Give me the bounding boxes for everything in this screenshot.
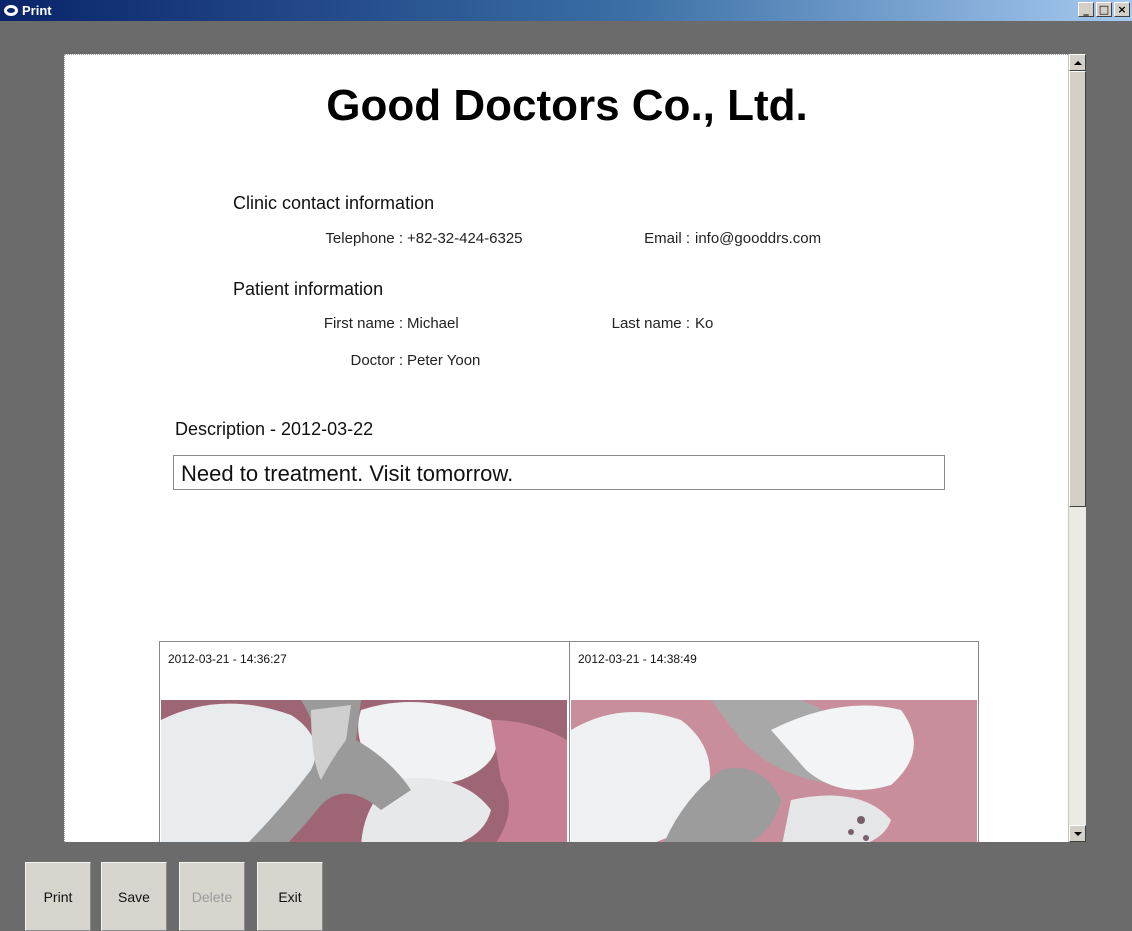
telephone-value: +82-32-424-6325 [407,230,523,247]
delete-button[interactable]: Delete [179,862,245,931]
clinic-heading: Clinic contact information [233,193,435,213]
vertical-scrollbar[interactable] [1068,54,1086,842]
title-bar: Print _ □ × [0,0,1132,21]
image-timestamp: 2012-03-21 - 14:36:27 [168,652,287,666]
tooth-image-icon [161,700,567,842]
arrow-down-icon [1073,831,1082,836]
doctor-value: Peter Yoon [407,352,481,369]
arrow-up-icon [1073,60,1082,65]
doctor-label: Doctor : [350,352,403,369]
email-value: info@gooddrs.com [695,230,822,247]
company-name: Good Doctors Co., Ltd. [326,81,808,130]
app-eye-icon [4,5,18,16]
tooth-image-icon [571,700,977,842]
print-preview: Good Doctors Co., Ltd. Clinic contact in… [64,54,1068,842]
scroll-up-button[interactable] [1069,54,1086,71]
maximize-button[interactable]: □ [1096,2,1112,17]
image-cell[interactable]: 2012-03-21 - 14:38:49 [569,642,978,842]
minimize-button[interactable]: _ [1078,2,1094,17]
image-cell[interactable]: 2012-03-21 - 14:36:27 [160,642,569,842]
window-title: Print [22,3,52,18]
exit-button[interactable]: Exit [257,862,323,931]
close-button[interactable]: × [1114,2,1130,17]
print-button[interactable]: Print [25,862,91,931]
email-label: Email : [644,230,690,247]
patient-heading: Patient information [233,279,384,299]
scroll-down-button[interactable] [1069,825,1086,842]
description-label: Description - 2012-03-22 [175,419,374,439]
dental-photo [161,700,567,842]
scroll-thumb[interactable] [1069,71,1086,507]
first-name-value: Michael [407,315,459,332]
first-name-label: First name : [323,315,403,332]
last-name-label: Last name : [611,315,690,332]
telephone-label: Telephone : [325,230,403,247]
description-field[interactable]: Need to treatment. Visit tomorrow. [173,455,945,490]
last-name-value: Ko [695,315,714,332]
image-grid: 2012-03-21 - 14:36:27 2012-03-21 - 14:38… [159,641,979,842]
dental-photo [571,700,977,842]
save-button[interactable]: Save [101,862,167,931]
window-controls: _ □ × [1078,2,1130,17]
image-timestamp: 2012-03-21 - 14:38:49 [578,652,697,666]
